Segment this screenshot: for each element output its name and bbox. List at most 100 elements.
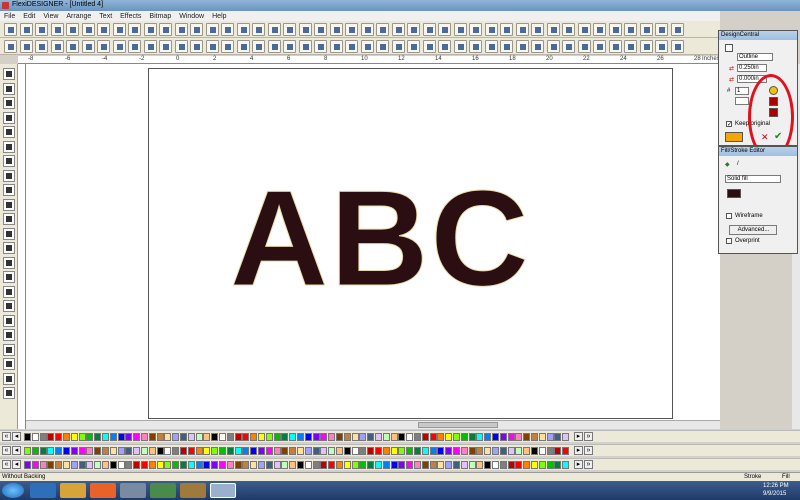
app-taskbar-icon[interactable] bbox=[120, 483, 146, 498]
palette-nav-button[interactable]: » bbox=[584, 446, 593, 455]
palette-swatch[interactable] bbox=[375, 447, 382, 455]
toolbar-button[interactable] bbox=[391, 23, 405, 36]
palette-swatch[interactable] bbox=[546, 433, 554, 441]
palette-swatch[interactable] bbox=[351, 433, 359, 441]
palette-swatch[interactable] bbox=[86, 461, 94, 469]
toolbar-button[interactable] bbox=[298, 40, 312, 53]
tool-button[interactable] bbox=[3, 271, 15, 283]
palette-swatch[interactable] bbox=[484, 461, 492, 469]
palette-swatch[interactable] bbox=[421, 461, 429, 469]
palette-swatch[interactable] bbox=[312, 433, 320, 441]
toolbar-button[interactable] bbox=[252, 23, 265, 36]
palette-swatch[interactable] bbox=[39, 461, 47, 469]
palette-swatch[interactable] bbox=[382, 433, 390, 441]
toolbar-button[interactable] bbox=[639, 40, 653, 53]
palette-swatch[interactable] bbox=[24, 447, 31, 455]
palette-swatch[interactable] bbox=[265, 461, 273, 469]
firefox-taskbar-icon[interactable] bbox=[90, 483, 116, 498]
toolbar-button[interactable] bbox=[221, 23, 234, 36]
palette-swatch[interactable] bbox=[359, 447, 367, 455]
palette-swatch[interactable] bbox=[328, 461, 336, 469]
toolbar-button[interactable] bbox=[655, 23, 668, 36]
palette-swatch[interactable] bbox=[250, 433, 258, 441]
palette-swatch[interactable] bbox=[312, 447, 320, 455]
palette-swatch[interactable] bbox=[102, 461, 109, 469]
toolbar-button[interactable] bbox=[670, 23, 684, 36]
palette-nav-button[interactable]: ▸ bbox=[574, 460, 583, 469]
tool-button[interactable] bbox=[3, 169, 15, 182]
palette-swatch[interactable] bbox=[507, 461, 515, 469]
toolbar-button[interactable] bbox=[577, 40, 591, 53]
stroke-tab-icon[interactable]: / bbox=[737, 161, 739, 167]
palette-swatch[interactable] bbox=[304, 461, 312, 469]
canvas-text-abc[interactable]: ABC bbox=[230, 170, 531, 307]
menu-effects[interactable]: Effects bbox=[116, 12, 145, 21]
palette-swatch[interactable] bbox=[180, 461, 187, 469]
palette-swatch[interactable] bbox=[156, 461, 164, 469]
toolbar-button[interactable] bbox=[19, 40, 33, 53]
toolbar-button[interactable] bbox=[66, 23, 79, 36]
palette-swatch[interactable] bbox=[141, 461, 148, 469]
palette-swatch[interactable] bbox=[102, 447, 109, 455]
palette-swatch[interactable] bbox=[94, 433, 102, 441]
toolbar-button[interactable] bbox=[190, 23, 203, 36]
toolbar-button[interactable] bbox=[236, 23, 250, 36]
palette-swatch[interactable] bbox=[445, 461, 453, 469]
palette-swatch[interactable] bbox=[460, 461, 468, 469]
toolbar-button[interactable] bbox=[531, 23, 544, 36]
toolbar-button[interactable] bbox=[500, 40, 513, 53]
palette-swatch[interactable] bbox=[499, 433, 507, 441]
palette-swatch[interactable] bbox=[63, 461, 70, 469]
palette-swatch[interactable] bbox=[390, 461, 398, 469]
palette-swatch[interactable] bbox=[265, 433, 273, 441]
palette-swatch[interactable] bbox=[141, 433, 148, 441]
toolbar-button[interactable] bbox=[128, 23, 141, 36]
toolbar-button[interactable] bbox=[174, 23, 188, 36]
palette-swatch[interactable] bbox=[203, 433, 211, 441]
tool-button[interactable] bbox=[3, 155, 15, 167]
palette-swatch[interactable] bbox=[226, 433, 234, 441]
tool-button[interactable] bbox=[3, 111, 15, 124]
tool-button[interactable] bbox=[3, 300, 15, 312]
menu-edit[interactable]: Edit bbox=[19, 12, 39, 21]
palette-swatch[interactable] bbox=[297, 447, 304, 455]
toolbar-button[interactable] bbox=[608, 40, 622, 53]
palette-swatch[interactable] bbox=[304, 433, 312, 441]
palette-nav-button[interactable]: « bbox=[2, 460, 11, 469]
palette-swatch[interactable] bbox=[531, 433, 538, 441]
toolbar-button[interactable] bbox=[546, 23, 560, 36]
palette-swatch[interactable] bbox=[320, 461, 328, 469]
palette-swatch[interactable] bbox=[429, 461, 437, 469]
count-field[interactable]: 1 bbox=[735, 87, 749, 95]
palette-swatch[interactable] bbox=[211, 461, 219, 469]
toolbar-button[interactable] bbox=[345, 23, 358, 36]
palette-swatch[interactable] bbox=[359, 461, 367, 469]
palette-swatch[interactable] bbox=[117, 433, 125, 441]
advanced-button[interactable]: Advanced... bbox=[729, 225, 777, 235]
color-swatch-button[interactable] bbox=[725, 132, 743, 142]
palette-nav-button[interactable]: ◂ bbox=[12, 460, 21, 469]
tool-button[interactable] bbox=[3, 372, 15, 385]
toolbar-button[interactable] bbox=[50, 23, 64, 36]
menu-help[interactable]: Help bbox=[208, 12, 230, 21]
toolbar-button[interactable] bbox=[35, 23, 48, 36]
palette-swatch[interactable] bbox=[343, 461, 351, 469]
menu-window[interactable]: Window bbox=[175, 12, 208, 21]
toolbar-button[interactable] bbox=[97, 40, 110, 53]
palette-swatch[interactable] bbox=[484, 433, 492, 441]
toolbar-button[interactable] bbox=[143, 40, 157, 53]
palette-swatch[interactable] bbox=[312, 461, 320, 469]
palette-swatch[interactable] bbox=[265, 447, 273, 455]
palette-swatch[interactable] bbox=[70, 433, 78, 441]
palette-swatch[interactable] bbox=[445, 433, 453, 441]
toolbar-button[interactable] bbox=[314, 40, 327, 53]
palette-swatch[interactable] bbox=[109, 447, 117, 455]
tool-button[interactable] bbox=[3, 184, 15, 196]
palette-swatch[interactable] bbox=[429, 447, 437, 455]
palette-swatch[interactable] bbox=[55, 461, 63, 469]
palette-swatch[interactable] bbox=[281, 433, 289, 441]
palette-swatch[interactable] bbox=[180, 433, 187, 441]
palette-swatch[interactable] bbox=[63, 447, 70, 455]
palette-swatch[interactable] bbox=[351, 461, 359, 469]
palette-swatch[interactable] bbox=[24, 433, 31, 441]
